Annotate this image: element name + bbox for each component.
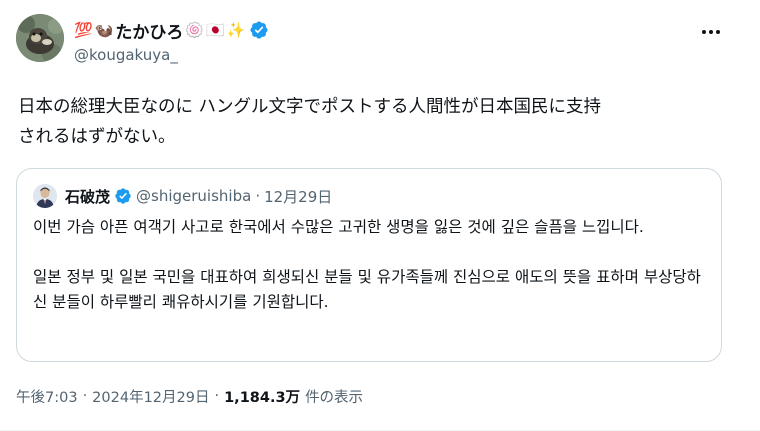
separator-dot: · [82, 388, 88, 404]
japan-flag-emoji: 🇯🇵 [206, 20, 225, 39]
verified-badge-icon[interactable] [249, 20, 269, 40]
quoted-tweet-card[interactable]: 石破茂 @shigeruishiba · 12月29日 이번 가슴 아픈 여객기… [16, 168, 722, 362]
quoted-author-avatar[interactable] [33, 184, 57, 208]
hundred-emoji: 💯 [74, 20, 93, 39]
more-options-button[interactable] [696, 22, 726, 42]
author-handle[interactable]: @kougakuya_ [74, 46, 178, 64]
more-horizontal-icon [702, 30, 720, 34]
author-avatar[interactable] [16, 14, 64, 62]
quoted-paragraph: 이번 가슴 아픈 여객기 사고로 한국에서 수많은 고귀한 생명을 잃은 것에 … [33, 218, 644, 236]
views-count[interactable]: 1,184.3万 [224, 386, 300, 407]
naruto-emoji: 🍥 [185, 20, 205, 39]
quoted-paragraph: 일본 정부 및 일본 국민을 대표하여 희생되신 분들 및 유가족들께 진심으로… [33, 268, 701, 311]
quoted-tweet-date[interactable]: 12月29日 [264, 186, 332, 207]
otter-avatar-image [16, 14, 64, 62]
sparkles-emoji: ✨ [226, 20, 246, 39]
tweet-text-line: されるはずがない。 [18, 127, 176, 147]
tweet-text: 日本の総理大臣なのに ハングル文字でポストする人間性が日本国民に支持 されるはず… [18, 92, 733, 152]
author-name-row[interactable]: 💯 🦦 たかひろ 🍥 🇯🇵 ✨ [74, 18, 269, 43]
views-label: 件の表示 [305, 389, 364, 406]
quoted-tweet-text: 이번 가슴 아픈 여객기 사고로 한국에서 수많은 고귀한 생명을 잃은 것에 … [33, 215, 709, 340]
quoted-tweet-header: 石破茂 @shigeruishiba · 12月29日 [65, 185, 332, 207]
tweet-text-line: 日本の総理大臣なのに ハングル文字でポストする人間性が日本国民に支持 [18, 97, 602, 117]
verified-badge-icon[interactable] [114, 187, 132, 205]
author-display-name[interactable]: たかひろ [115, 18, 183, 43]
separator-dot: · [214, 388, 220, 404]
portrait-avatar-image [33, 184, 57, 208]
tweet-date[interactable]: 2024年12月29日 [92, 386, 209, 407]
otter-emoji: 🦦 [94, 20, 114, 39]
tweet-time[interactable]: 午後7:03 [16, 386, 78, 407]
quoted-author-name[interactable]: 石破茂 [65, 186, 110, 207]
quoted-author-handle[interactable]: @shigeruishiba [136, 187, 251, 205]
separator-dot: · [255, 187, 261, 205]
tweet-meta: 午後7:03 · 2024年12月29日 · 1,184.3万 件の表示 [16, 384, 363, 408]
